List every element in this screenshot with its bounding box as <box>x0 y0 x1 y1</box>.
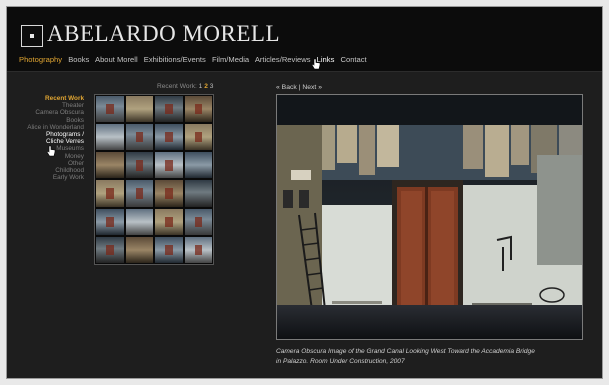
nav-about[interactable]: About Morell <box>95 55 138 64</box>
image-pager: « Back | Next » <box>276 84 322 91</box>
thumbnail[interactable] <box>184 152 212 179</box>
gallery-page-label: Recent Work: 1 2 3 <box>157 83 213 90</box>
thumbnail[interactable] <box>155 96 183 123</box>
sidebar-item-theater[interactable]: Theater <box>27 102 84 109</box>
hand-cursor-icon <box>46 145 56 157</box>
thumbnail[interactable] <box>125 96 153 123</box>
main-photo[interactable] <box>276 94 583 340</box>
nav-photography[interactable]: Photography <box>19 55 62 64</box>
thumbnail[interactable] <box>96 124 124 151</box>
hand-cursor-icon <box>311 58 321 70</box>
thumbnail[interactable] <box>155 152 183 179</box>
thumbnail[interactable] <box>184 208 212 235</box>
nav-books[interactable]: Books <box>68 55 89 64</box>
thumbnail[interactable] <box>125 236 153 263</box>
thumbnail[interactable] <box>125 180 153 207</box>
gallery-page-1[interactable]: 1 <box>199 83 203 90</box>
nav-film-media[interactable]: Film/Media <box>212 55 249 64</box>
thumbnail[interactable] <box>184 236 212 263</box>
thumbnail[interactable] <box>184 180 212 207</box>
thumbnail[interactable] <box>184 96 212 123</box>
thumbnail[interactable] <box>155 124 183 151</box>
category-sidebar: Recent Work Theater Camera Obscura Books… <box>27 95 84 181</box>
gallery-label: Recent Work: <box>157 83 197 90</box>
thumbnail[interactable] <box>155 236 183 263</box>
sidebar-item-camera-obscura[interactable]: Camera Obscura <box>27 109 84 116</box>
thumbnail[interactable] <box>125 124 153 151</box>
back-link[interactable]: « Back <box>276 84 297 91</box>
camera-obscura-image <box>277 95 582 339</box>
nav-contact[interactable]: Contact <box>341 55 367 64</box>
thumbnail[interactable] <box>96 208 124 235</box>
sidebar-item-alice[interactable]: Alice in Wonderland <box>27 124 84 131</box>
nav-articles[interactable]: Articles/Reviews <box>255 55 311 64</box>
sidebar-item-early-work[interactable]: Early Work <box>27 174 84 181</box>
sidebar-item-childhood[interactable]: Childhood <box>27 167 84 174</box>
thumbnail[interactable] <box>96 152 124 179</box>
gallery-page-3[interactable]: 3 <box>210 83 214 90</box>
thumbnail[interactable] <box>125 208 153 235</box>
page-frame: ABELARDO MORELL Photography Books About … <box>6 6 603 379</box>
thumbnail[interactable] <box>184 124 212 151</box>
site-header: ABELARDO MORELL Photography Books About … <box>7 7 602 72</box>
pager-separator: | <box>298 84 301 91</box>
nav-exhibitions[interactable]: Exhibitions/Events <box>144 55 206 64</box>
thumbnail[interactable] <box>155 208 183 235</box>
photo-caption: Camera Obscura Image of the Grand Canal … <box>276 347 576 367</box>
caption-line-1: Camera Obscura Image of the Grand Canal … <box>276 348 535 355</box>
thumbnail[interactable] <box>96 236 124 263</box>
thumbnail-grid <box>94 94 214 265</box>
thumbnail[interactable] <box>125 152 153 179</box>
thumbnail[interactable] <box>96 180 124 207</box>
sidebar-item-photograms[interactable]: Photograms / <box>27 131 84 138</box>
thumbnail[interactable] <box>96 96 124 123</box>
caption-line-2: in Palazzo. Room Under Construction, 200… <box>276 358 405 365</box>
logo-icon[interactable] <box>21 25 43 47</box>
sidebar-item-other[interactable]: Other <box>27 160 84 167</box>
sidebar-heading-recent-work[interactable]: Recent Work <box>27 95 84 102</box>
next-link[interactable]: Next » <box>302 84 322 91</box>
thumbnail[interactable] <box>155 180 183 207</box>
gallery-page-2[interactable]: 2 <box>204 83 208 90</box>
site-title[interactable]: ABELARDO MORELL <box>47 21 280 47</box>
sidebar-item-books[interactable]: Books <box>27 117 84 124</box>
